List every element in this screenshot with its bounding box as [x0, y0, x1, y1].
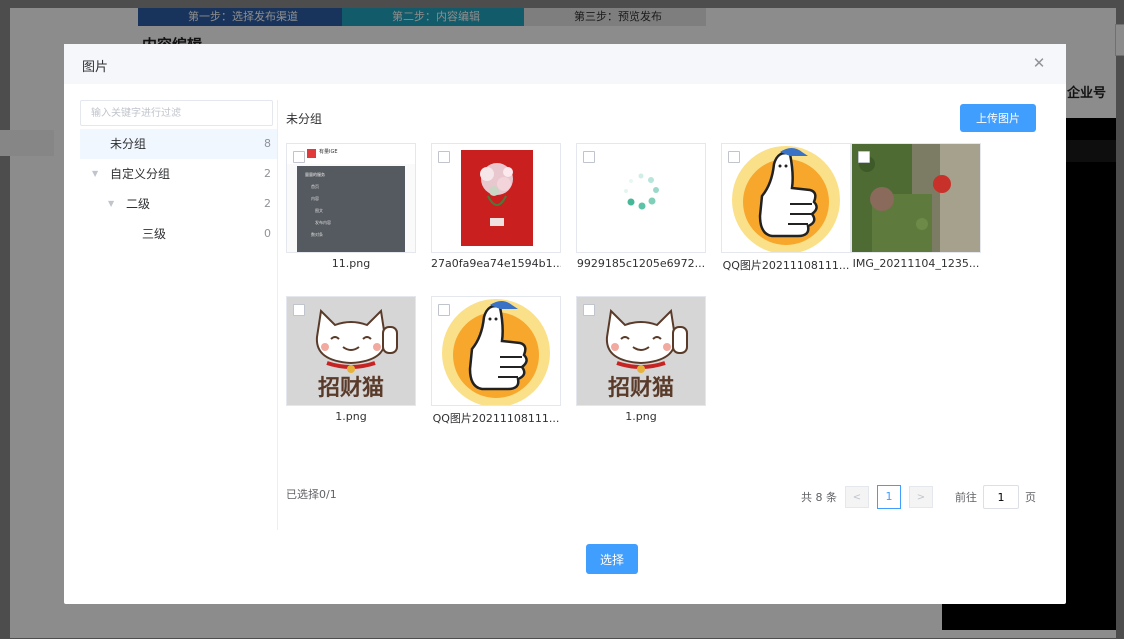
image-card[interactable]: 招财猫 1.png: [576, 296, 706, 423]
image-thumbnail[interactable]: [431, 143, 561, 253]
image-filename: 11.png: [331, 257, 371, 270]
dialog-header: 图片 ✕: [64, 44, 1066, 84]
image-thumbnail[interactable]: [431, 296, 561, 406]
thumb-app-header: 有量IGE: [287, 144, 415, 164]
pagination-total: 共 8 条: [801, 491, 837, 504]
image-filename: IMG_20211104_1235...: [852, 257, 980, 270]
select-checkbox[interactable]: [438, 304, 450, 316]
tree-node-count: 2: [264, 197, 271, 210]
select-checkbox[interactable]: [293, 151, 305, 163]
image-card[interactable]: 27a0fa9ea74e1594b1...: [431, 143, 561, 270]
tree-node-label: 未分组: [110, 137, 147, 151]
tree-node-label: 三级: [142, 227, 167, 241]
image-filename: 1.png: [335, 410, 367, 423]
image-thumbnail[interactable]: [576, 143, 706, 253]
upload-image-button[interactable]: 上传图片: [960, 104, 1036, 132]
image-picker-dialog: 图片 ✕ 未分组 8 ▼ 自定义分组 2 ▼ 二级 2 三级 0 未分组 上传图…: [64, 44, 1066, 604]
image-thumbnail[interactable]: 有量IGE 量量的服务 首页 内容 图文 发布内容 数对条: [286, 143, 416, 253]
thumb-menu-item: 发布内容: [315, 220, 331, 225]
image-thumbnail[interactable]: [721, 143, 851, 253]
select-checkbox[interactable]: [858, 151, 870, 163]
page-suffix: 页: [1025, 491, 1036, 504]
filter-input[interactable]: [80, 100, 273, 126]
flowers-image: [461, 150, 533, 246]
lucky-cat-text: 招财猫: [608, 376, 674, 401]
thumb-app-sidebar: 量量的服务 首页 内容 图文 发布内容 数对条: [297, 166, 405, 252]
lucky-cat-image: 招财猫: [287, 297, 415, 405]
tree-node-label: 二级: [126, 197, 151, 211]
select-checkbox[interactable]: [583, 304, 595, 316]
selected-count: 已选择0/1: [286, 488, 337, 501]
select-checkbox[interactable]: [728, 151, 740, 163]
tree-node-level-3[interactable]: 三级 0: [80, 219, 277, 249]
tree-node-count: 2: [264, 167, 271, 180]
dialog-title: 图片: [82, 60, 109, 75]
group-sidebar: 未分组 8 ▼ 自定义分组 2 ▼ 二级 2 三级 0: [80, 100, 278, 530]
image-card[interactable]: 有量IGE 量量的服务 首页 内容 图文 发布内容 数对条 11.png: [286, 143, 416, 270]
select-checkbox[interactable]: [293, 304, 305, 316]
thumb-menu-title: 量量的服务: [305, 172, 325, 177]
lucky-cat-image: 招财猫: [577, 297, 705, 405]
goto-label: 前往: [955, 491, 977, 504]
tree-node-count: 8: [264, 137, 271, 150]
image-thumbnail[interactable]: 招财猫: [286, 296, 416, 406]
image-thumbnail[interactable]: [851, 143, 981, 253]
caret-down-icon[interactable]: ▼: [92, 159, 98, 189]
tree-node-count: 0: [264, 227, 271, 240]
loading-spinner-icon: [624, 173, 659, 210]
thumbs-up-image: [442, 299, 550, 405]
thumb-menu-item: 首页: [311, 184, 319, 189]
thumb-app-logo: [307, 149, 316, 158]
thumbs-up-image: [732, 146, 840, 252]
image-filename: 1.png: [625, 410, 657, 423]
image-card[interactable]: IMG_20211104_1235...: [851, 143, 981, 270]
image-panel: 未分组 上传图片 有量IGE 量量的服务 首页 内容 图文 发布内容 数对条 1…: [286, 100, 1046, 530]
image-filename: QQ图片20211108111...: [722, 259, 850, 272]
thumb-app-brand: 有量IGE: [319, 149, 338, 155]
prev-page-button[interactable]: <: [845, 486, 869, 508]
outdoor-photo: [852, 144, 980, 252]
image-card[interactable]: QQ图片20211108111...: [721, 143, 851, 273]
image-filename: 27a0fa9ea74e1594b1...: [431, 257, 561, 270]
tree-node-level-2[interactable]: ▼ 二级 2: [80, 189, 277, 219]
thumb-menu-item: 数对条: [311, 232, 323, 237]
select-confirm-button[interactable]: 选择: [586, 544, 638, 574]
goto-page-input[interactable]: [983, 485, 1019, 509]
image-card[interactable]: 9929185c1205e6972...: [576, 143, 706, 270]
image-filename: 9929185c1205e6972...: [576, 257, 706, 270]
next-page-button[interactable]: >: [909, 486, 933, 508]
thumb-menu-item: 图文: [315, 208, 323, 213]
image-card[interactable]: 招财猫 1.png: [286, 296, 416, 423]
pagination: 共 8 条 < 1 > 前往 页: [801, 484, 1036, 510]
select-checkbox[interactable]: [438, 151, 450, 163]
image-card[interactable]: QQ图片20211108111...: [431, 296, 561, 426]
thumb-menu-item: 内容: [311, 196, 319, 201]
page-number-current[interactable]: 1: [877, 485, 901, 509]
tree-node-ungrouped[interactable]: 未分组 8: [80, 129, 277, 159]
select-checkbox[interactable]: [583, 151, 595, 163]
tree-node-label: 自定义分组: [110, 167, 171, 181]
image-filename: QQ图片20211108111...: [432, 412, 560, 425]
lucky-cat-text: 招财猫: [318, 376, 384, 401]
image-thumbnail[interactable]: 招财猫: [576, 296, 706, 406]
caret-down-icon[interactable]: ▼: [108, 189, 114, 219]
current-group-title: 未分组: [286, 112, 323, 126]
tree-node-custom-group[interactable]: ▼ 自定义分组 2: [80, 159, 277, 189]
close-icon[interactable]: ✕: [1030, 54, 1048, 72]
